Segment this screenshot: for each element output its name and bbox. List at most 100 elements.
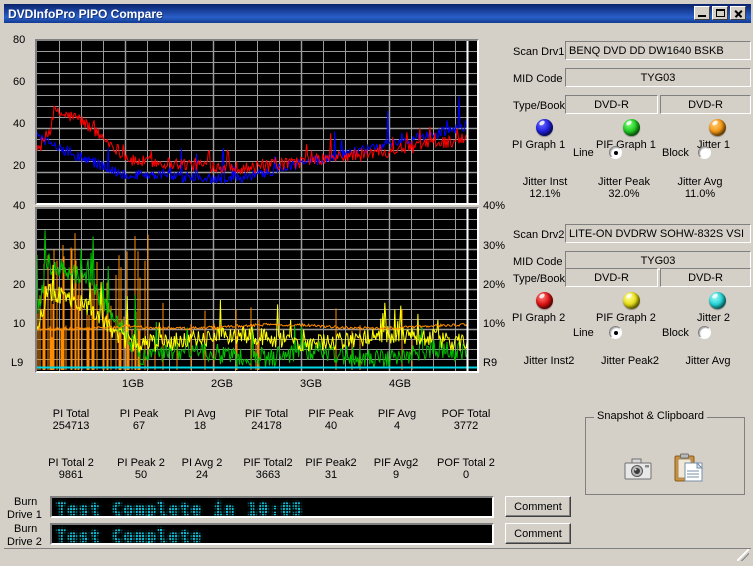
pi-graph-1-led[interactable]	[536, 119, 553, 136]
mid-code-1-label: MID Code	[513, 73, 563, 85]
jitter-peak-1-value: 32.0%	[608, 188, 640, 200]
snapshot-group-title: Snapshot & Clipboard	[594, 410, 708, 422]
stat-pif-peak-label: PIF Peak	[308, 408, 354, 420]
block-2-label: Block	[662, 327, 689, 339]
chart2-right-tick-20: 20%	[483, 279, 506, 291]
block-1-radio[interactable]	[698, 146, 711, 159]
jitter-inst-1-value: 12.1%	[529, 188, 561, 200]
jitter-2-label: Jitter 2	[697, 312, 731, 324]
stat-pif-avg-value: 4	[393, 420, 401, 432]
jitter-2-led[interactable]	[709, 292, 726, 309]
book-2-field[interactable]: DVD-R	[660, 268, 751, 287]
burn-drive-2-status-text: Test Complete	[56, 527, 203, 545]
type-book-1-label: Type/Book	[513, 100, 565, 112]
stat-pi-total-2-label: PI Total 2	[48, 457, 94, 469]
pi-graph-2-label: PI Graph 2	[512, 312, 566, 324]
title-bar: DVDInfoPro PIPO Compare	[4, 4, 751, 23]
pi-error-plot	[37, 41, 477, 203]
chart2-ytick-40: 40	[13, 200, 26, 212]
pif-error-chart[interactable]	[35, 207, 479, 373]
pi-graph-1-label: PI Graph 1	[512, 139, 566, 151]
stat-pif-total: PIF Total 24178	[230, 408, 303, 432]
stat-pif-avg-label: PIF Avg	[377, 408, 417, 420]
stat-pif-peak-2-value: 31	[324, 469, 338, 481]
stat-pi-total-label: PI Total	[52, 408, 90, 420]
type-2-field[interactable]: DVD-R	[565, 268, 658, 287]
stat-pi-total-2-value: 9861	[58, 469, 84, 481]
burn-drive-2-label-line2: Drive 2	[7, 536, 42, 548]
jitter-peak-1: Jitter Peak 32.0%	[585, 176, 663, 200]
pi-graph-2-led[interactable]	[536, 292, 553, 309]
type-book-2-label: Type/Book	[513, 273, 565, 285]
comment-button-2[interactable]: Comment	[505, 523, 571, 544]
pif-error-svg	[37, 209, 477, 371]
stat-pof-total-label: POF Total	[441, 408, 491, 420]
stat-pif-peak-value: 40	[324, 420, 338, 432]
maximize-button[interactable]	[712, 6, 728, 20]
chart2-ytick-L9: L9	[11, 357, 24, 369]
burn-drive-1-label-line1: Burn	[14, 496, 38, 508]
block-1-label: Block	[662, 147, 689, 159]
pif-graph-2-led[interactable]	[623, 292, 640, 309]
stat-pi-peak-2-label: PI Peak 2	[117, 457, 165, 469]
jitter-inst-1-label: Jitter Inst	[522, 176, 568, 188]
stat-pof-total-value: 3772	[453, 420, 479, 432]
block-2-radio[interactable]	[698, 326, 711, 339]
chart2-ytick-20: 20	[13, 279, 26, 291]
stat-pi-total: PI Total 254713	[35, 408, 107, 432]
line-2-label: Line	[573, 327, 594, 339]
minimize-button[interactable]	[694, 6, 710, 20]
pif-graph-1-led[interactable]	[623, 119, 640, 136]
chart2-ytick-30: 30	[13, 240, 26, 252]
camera-icon[interactable]	[624, 457, 652, 481]
stat-pof-total-2-label: POF Total 2	[437, 457, 495, 469]
pif-graph-1-label: PIF Graph 1	[596, 139, 656, 151]
xtick-2gb: 2GB	[211, 378, 234, 390]
grid-lines	[37, 41, 477, 203]
stat-pi-peak-2-value: 50	[134, 469, 148, 481]
stat-pif-avg-2-label: PIF Avg2	[373, 457, 419, 469]
stat-pif-total-label: PIF Total	[244, 408, 289, 420]
stat-pif-avg-2-value: 9	[392, 469, 400, 481]
pif-error-plot	[37, 209, 477, 371]
xtick-4gb: 4GB	[389, 378, 412, 390]
snapshot-clipboard-group: Snapshot & Clipboard	[585, 410, 745, 495]
stat-pof-total-2-value: 0	[462, 469, 470, 481]
burn-drive-1-status-text: Test Complete in 10:05	[56, 500, 304, 518]
jitter-peak-1-label: Jitter Peak	[598, 176, 650, 188]
line-2-radio[interactable]	[609, 326, 622, 339]
scan-drv2-field[interactable]: LITE-ON DVDRW SOHW-832S VSI	[565, 224, 751, 243]
stat-pi-total-2: PI Total 2 9861	[33, 457, 109, 481]
scan-drv1-field[interactable]: BENQ DVD DD DW1640 BSKB	[565, 41, 751, 60]
stat-pi-peak-2: PI Peak 2 50	[106, 457, 176, 481]
jitter-avg-1: Jitter Avg 11.0%	[663, 176, 737, 200]
jitter-inst-1: Jitter Inst 12.1%	[509, 176, 581, 200]
stat-pi-peak-value: 67	[132, 420, 146, 432]
chart2-right-tick-40: 40%	[483, 200, 506, 212]
scan-drv1-label: Scan Drv1	[513, 46, 565, 58]
jitter-avg-1-label: Jitter Avg	[677, 176, 723, 188]
stat-pi-avg-label: PI Avg	[184, 408, 216, 420]
stat-pi-peak-label: PI Peak	[119, 408, 159, 420]
pi-error-chart[interactable]	[35, 39, 479, 205]
stat-pif-avg-2: PIF Avg2 9	[362, 457, 430, 481]
burn-drive-1-label-line2: Drive 1	[7, 509, 42, 521]
stat-pif-total-value: 24178	[251, 420, 282, 432]
line-1-radio[interactable]	[609, 146, 622, 159]
comment-button-1[interactable]: Comment	[505, 496, 571, 517]
book-1-field[interactable]: DVD-R	[660, 95, 751, 114]
stat-pi-peak: PI Peak 67	[106, 408, 172, 432]
close-button[interactable]	[730, 6, 746, 20]
jitter-peak-2-label: Jitter Peak2	[600, 355, 660, 367]
type-1-field[interactable]: DVD-R	[565, 95, 658, 114]
stat-pof-total: POF Total 3772	[429, 408, 503, 432]
pi-graph-1-trace	[37, 96, 468, 185]
chart1-ytick-20: 20	[13, 160, 26, 172]
mid-code-1-field[interactable]: TYG03	[565, 68, 751, 87]
clipboard-icon[interactable]	[674, 453, 704, 483]
resize-grip[interactable]	[737, 549, 749, 561]
chart1-ytick-40: 40	[13, 118, 26, 130]
stat-pif-avg: PIF Avg 4	[364, 408, 430, 432]
jitter-1-led[interactable]	[709, 119, 726, 136]
status-bar	[4, 548, 751, 562]
